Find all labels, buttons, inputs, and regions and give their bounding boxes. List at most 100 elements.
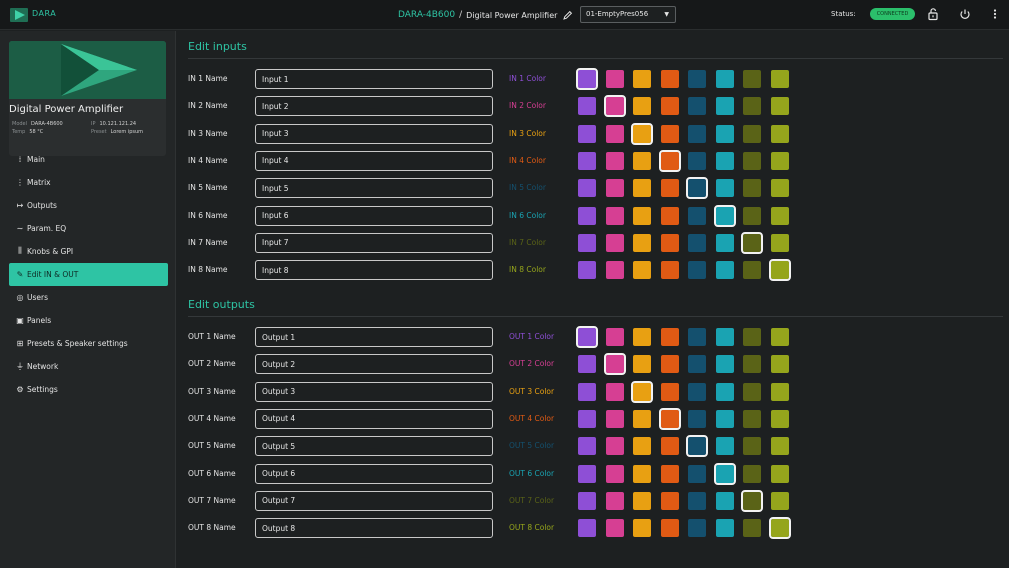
color-swatch[interactable] (716, 328, 734, 346)
color-swatch[interactable] (661, 70, 679, 88)
color-swatch[interactable] (661, 97, 679, 116)
color-swatch[interactable] (688, 70, 706, 88)
color-swatch[interactable] (633, 97, 651, 116)
color-swatch[interactable] (633, 491, 651, 510)
color-swatch[interactable] (743, 124, 761, 143)
color-swatch[interactable] (578, 409, 596, 428)
color-swatch[interactable] (633, 328, 651, 346)
name-input[interactable] (255, 69, 493, 89)
color-swatch[interactable] (688, 233, 706, 252)
color-swatch[interactable] (743, 519, 761, 538)
color-swatch[interactable] (606, 409, 624, 428)
color-swatch[interactable] (741, 231, 763, 254)
name-input[interactable] (255, 150, 493, 171)
color-swatch[interactable] (743, 382, 761, 401)
color-swatch[interactable] (688, 328, 706, 346)
color-swatch[interactable] (688, 464, 706, 483)
color-swatch[interactable] (771, 151, 789, 170)
color-swatch[interactable] (716, 437, 734, 456)
color-swatch[interactable] (578, 437, 596, 456)
color-swatch[interactable] (743, 206, 761, 225)
color-swatch[interactable] (743, 70, 761, 88)
color-swatch[interactable] (661, 519, 679, 538)
unlock-icon[interactable] (926, 7, 940, 21)
color-swatch[interactable] (743, 179, 761, 198)
color-swatch[interactable] (633, 233, 651, 252)
color-swatch[interactable] (743, 437, 761, 456)
color-swatch[interactable] (688, 151, 706, 170)
name-input[interactable] (255, 381, 493, 402)
name-input[interactable] (255, 490, 493, 511)
color-swatch[interactable] (769, 517, 791, 540)
sidebar-item-param-eq[interactable]: ∼ Param. EQ (0, 217, 176, 240)
color-swatch[interactable] (716, 409, 734, 428)
color-swatch[interactable] (633, 261, 651, 280)
color-swatch[interactable] (688, 355, 706, 374)
color-swatch[interactable] (661, 206, 679, 225)
color-swatch[interactable] (716, 97, 734, 116)
color-swatch[interactable] (716, 519, 734, 538)
color-swatch[interactable] (606, 206, 624, 225)
color-swatch[interactable] (769, 259, 791, 282)
color-swatch[interactable] (633, 519, 651, 538)
color-swatch[interactable] (578, 261, 596, 280)
color-swatch[interactable] (659, 149, 681, 172)
name-input[interactable] (255, 205, 493, 226)
color-swatch[interactable] (606, 70, 624, 88)
color-swatch[interactable] (633, 355, 651, 374)
sidebar-item-settings[interactable]: ⚙ Settings (0, 378, 176, 401)
color-swatch[interactable] (771, 124, 789, 143)
color-swatch[interactable] (606, 179, 624, 198)
color-swatch[interactable] (578, 464, 596, 483)
edit-pencil-icon[interactable] (563, 10, 573, 20)
color-swatch[interactable] (688, 409, 706, 428)
name-input[interactable] (255, 123, 493, 144)
color-swatch[interactable] (661, 261, 679, 280)
color-swatch[interactable] (714, 204, 736, 227)
color-swatch[interactable] (688, 382, 706, 401)
color-swatch[interactable] (578, 355, 596, 374)
color-swatch[interactable] (743, 151, 761, 170)
color-swatch[interactable] (686, 435, 708, 458)
color-swatch[interactable] (688, 97, 706, 116)
color-swatch[interactable] (633, 206, 651, 225)
color-swatch[interactable] (716, 382, 734, 401)
sidebar-item-main[interactable]: ⁞ Main (0, 148, 176, 171)
color-swatch[interactable] (743, 97, 761, 116)
color-swatch[interactable] (578, 233, 596, 252)
color-swatch[interactable] (661, 328, 679, 346)
color-swatch[interactable] (686, 177, 708, 200)
color-swatch[interactable] (716, 70, 734, 88)
sidebar-item-presets-speaker-settings[interactable]: ⊞ Presets & Speaker settings (0, 332, 176, 355)
name-input[interactable] (255, 463, 493, 484)
color-swatch[interactable] (716, 179, 734, 198)
color-swatch[interactable] (661, 491, 679, 510)
color-swatch[interactable] (578, 151, 596, 170)
color-swatch[interactable] (743, 464, 761, 483)
sidebar-item-users[interactable]: ◎ Users (0, 286, 176, 309)
color-swatch[interactable] (661, 124, 679, 143)
color-swatch[interactable] (716, 151, 734, 170)
color-swatch[interactable] (606, 464, 624, 483)
color-swatch[interactable] (578, 97, 596, 116)
color-swatch[interactable] (606, 328, 624, 346)
color-swatch[interactable] (716, 491, 734, 510)
color-swatch[interactable] (688, 206, 706, 225)
sidebar-item-knobs-gpi[interactable]: ⫼ Knobs & GPI (0, 240, 176, 263)
color-swatch[interactable] (714, 462, 736, 485)
color-swatch[interactable] (604, 353, 626, 376)
color-swatch[interactable] (606, 437, 624, 456)
name-input[interactable] (255, 260, 493, 281)
color-swatch[interactable] (743, 355, 761, 374)
color-swatch[interactable] (688, 491, 706, 510)
color-swatch[interactable] (661, 233, 679, 252)
color-swatch[interactable] (716, 124, 734, 143)
color-swatch[interactable] (688, 519, 706, 538)
name-input[interactable] (255, 354, 493, 375)
color-swatch[interactable] (688, 261, 706, 280)
color-swatch[interactable] (578, 491, 596, 510)
color-swatch[interactable] (606, 261, 624, 280)
color-swatch[interactable] (633, 464, 651, 483)
name-input[interactable] (255, 518, 493, 539)
name-input[interactable] (255, 178, 493, 199)
